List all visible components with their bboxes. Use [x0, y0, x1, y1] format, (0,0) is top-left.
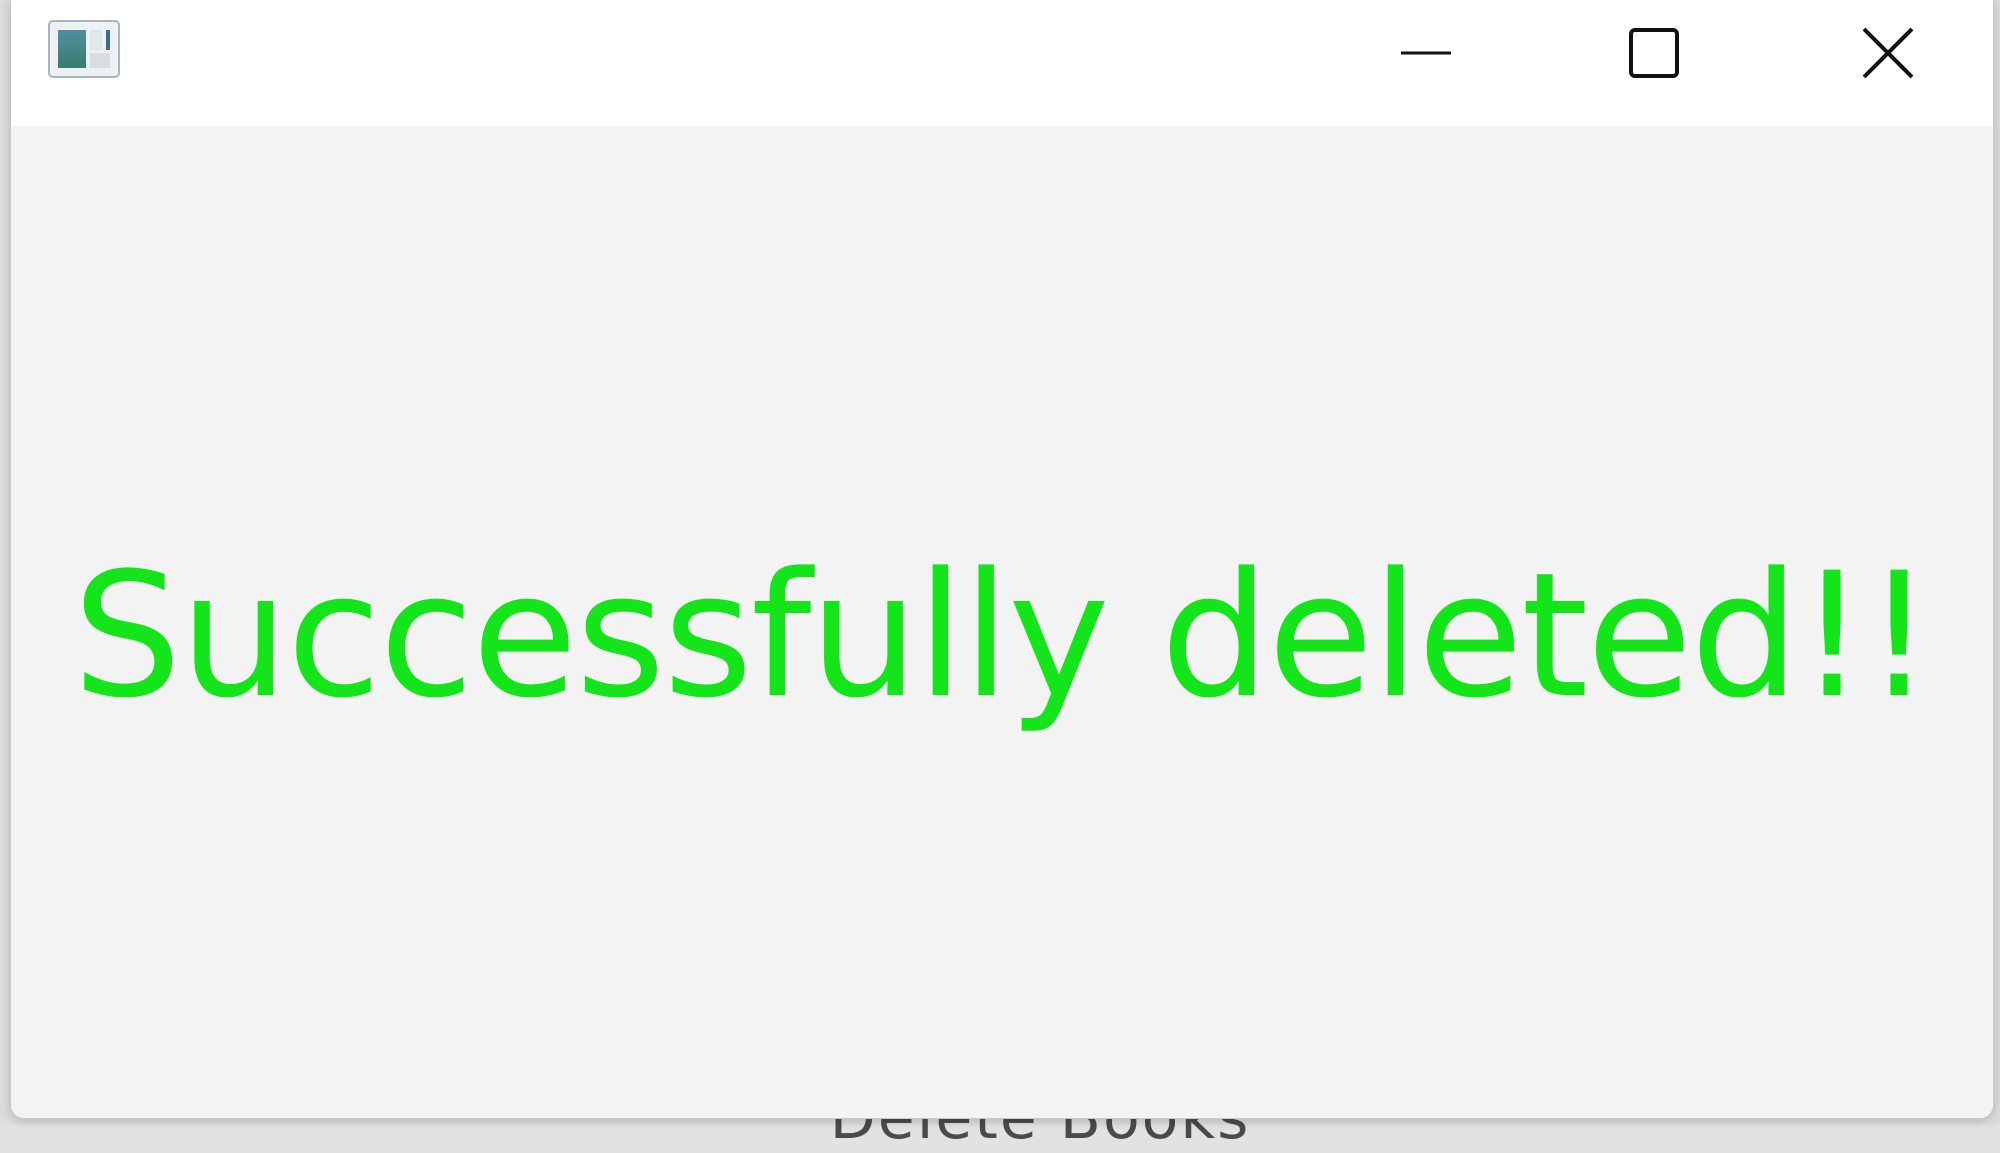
- minimize-button[interactable]: [1351, 0, 1501, 105]
- close-button[interactable]: [1813, 0, 1963, 105]
- minimize-icon: [1401, 51, 1451, 54]
- title-bar[interactable]: [11, 0, 1993, 126]
- app-window-icon: [48, 20, 120, 78]
- success-message: Successfully deleted!!: [72, 535, 1934, 736]
- message-dialog-window: Successfully deleted!!: [10, 0, 1994, 1119]
- close-icon: [1862, 27, 1914, 78]
- maximize-button[interactable]: [1579, 0, 1729, 105]
- maximize-icon: [1629, 27, 1679, 78]
- dialog-content: Successfully deleted!!: [11, 126, 1993, 1118]
